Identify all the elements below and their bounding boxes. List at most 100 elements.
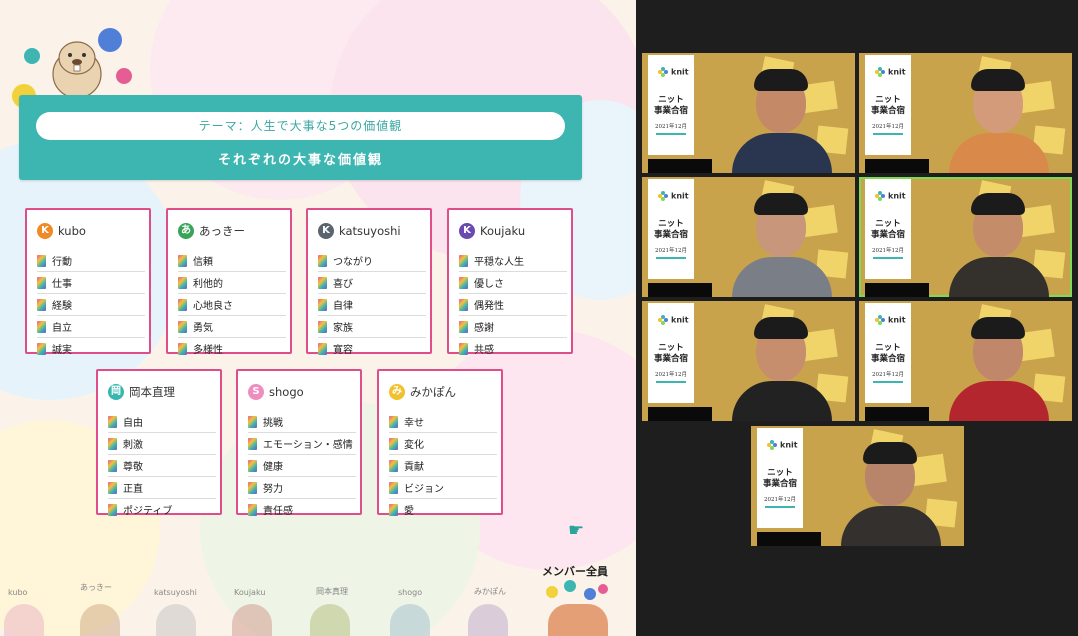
poster-date: 2021年12月 (655, 248, 687, 254)
value-text: 挑戦 (263, 418, 283, 429)
value-item: 行動 (37, 250, 145, 272)
value-text: 心地良さ (193, 301, 233, 312)
card-header: ああっきー (178, 222, 245, 240)
card-icon (108, 415, 117, 428)
value-item: 共感 (459, 338, 567, 359)
member-name: みかぽん (410, 385, 456, 399)
participant-video-tile[interactable]: knit ニット 事業合宿 2021年12月 (859, 301, 1072, 421)
member-name: katsuyoshi (339, 224, 401, 238)
value-item: 責任感 (248, 499, 356, 520)
brand-name: knit (780, 440, 798, 450)
value-item: つながり (318, 250, 426, 272)
value-text: 多様性 (193, 345, 223, 356)
group-bubble (564, 580, 576, 592)
brand-name: knit (671, 315, 689, 325)
group-bubble (598, 584, 608, 594)
poster-title-line1: ニット (875, 343, 901, 353)
poster-title-line1: ニット (767, 468, 793, 478)
value-item: 多様性 (178, 338, 286, 359)
knit-logo: knit (875, 191, 906, 201)
value-text: 自由 (123, 418, 143, 429)
value-item: 誠実 (37, 338, 145, 359)
poster-date: 2021年12月 (872, 372, 904, 378)
member-badge: あ (178, 223, 194, 239)
bottom-member-name: kubo (8, 588, 28, 597)
member-badge: K (318, 223, 334, 239)
poster-date: 2021年12月 (655, 124, 687, 130)
participant-person (712, 53, 852, 173)
member-figure (156, 604, 196, 636)
knit-logo: knit (875, 315, 906, 325)
value-item: 愛 (389, 499, 497, 520)
member-figure (468, 604, 508, 636)
card-icon (37, 254, 46, 267)
bottom-member-name: みかぽん (474, 587, 506, 596)
value-list: つながり 喜び 自律 家族 寛容 (318, 250, 426, 359)
value-item: 勇気 (178, 316, 286, 338)
poster-accent-bar (765, 506, 795, 508)
value-text: 優しさ (474, 279, 504, 290)
participant-video-tile[interactable]: knit ニット 事業合宿 2021年12月 (642, 301, 855, 421)
participant-video-tile[interactable]: knit ニット 事業合宿 2021年12月 (751, 426, 964, 546)
poster-accent-bar (656, 257, 686, 259)
pointing-hand-icon: ☛ (568, 520, 585, 541)
value-text: 共感 (474, 345, 494, 356)
value-item: 努力 (248, 477, 356, 499)
value-item: 貢献 (389, 455, 497, 477)
value-card-0: Kkubo 行動 仕事 経験 自立 誠実 (25, 208, 151, 356)
card-icon (37, 342, 46, 355)
card-icon (178, 342, 187, 355)
value-list: 幸せ変化貢献ビジョン愛 (389, 411, 497, 520)
poster-date: 2021年12月 (872, 248, 904, 254)
event-poster: knit ニット 事業合宿 2021年12月 (865, 179, 911, 279)
member-badge: K (37, 223, 53, 239)
value-list: 平穏な人生 優しさ 偶発性 感謝 共感 (459, 250, 567, 359)
card-icon (248, 481, 257, 494)
poster-title-line2: 事業合宿 (870, 230, 905, 240)
theme-title: それぞれの大事な価値観 (217, 153, 383, 168)
card-icon (248, 437, 257, 450)
participant-video-tile[interactable]: knit ニット 事業合宿 2021年12月 (859, 53, 1072, 173)
card-icon (459, 298, 468, 311)
value-text: ビジョン (404, 484, 444, 495)
bottom-member-name: shogo (398, 588, 423, 597)
poster-date: 2021年12月 (655, 372, 687, 378)
video-gallery: knit ニット 事業合宿 2021年12月 knit ニット 事業合宿 2021年12月 kn… (636, 0, 1078, 636)
brand-name: knit (671, 67, 689, 77)
participant-name-bar (865, 407, 929, 421)
value-item: 偶発性 (459, 294, 567, 316)
participant-name-bar (648, 407, 712, 421)
participant-person (929, 53, 1069, 173)
value-item: 経験 (37, 294, 145, 316)
poster-title-line1: ニット (658, 95, 684, 105)
value-item: 優しさ (459, 272, 567, 294)
value-item: 仕事 (37, 272, 145, 294)
value-item: 幸せ (389, 411, 497, 433)
value-item: 喜び (318, 272, 426, 294)
value-text: 尊敬 (123, 462, 143, 473)
value-text: 誠実 (52, 345, 72, 356)
poster-title-line2: 事業合宿 (762, 479, 797, 489)
participant-name-bar (757, 532, 821, 546)
participant-video-tile[interactable]: knit ニット 事業合宿 2021年12月 (642, 177, 855, 297)
card-icon (318, 320, 327, 333)
poster-title-line2: 事業合宿 (653, 106, 688, 116)
value-text: 偶発性 (474, 301, 504, 312)
card-icon (248, 503, 257, 516)
participant-video-tile[interactable]: knit ニット 事業合宿 2021年12月 (642, 53, 855, 173)
brand-name: knit (671, 191, 689, 201)
value-text: 自立 (52, 323, 72, 334)
participant-video-tile[interactable]: knit ニット 事業合宿 2021年12月 (859, 177, 1072, 297)
member-name: Koujaku (480, 224, 526, 238)
poster-title-line1: ニット (658, 343, 684, 353)
value-text: 変化 (404, 440, 424, 451)
participant-name-bar (648, 159, 712, 173)
value-text: 喜び (333, 279, 353, 290)
participant-name-bar (648, 283, 712, 297)
theme-label: テーマ：人生で大事な5つの価値観 (36, 112, 565, 140)
event-poster: knit ニット 事業合宿 2021年12月 (648, 55, 694, 155)
card-header: Sshogo (248, 383, 304, 401)
event-poster: knit ニット 事業合宿 2021年12月 (648, 179, 694, 279)
presentation-slide: テーマ：人生で大事な5つの価値観 それぞれの大事な価値観 Kkubo 行動 仕事 経験… (0, 0, 636, 636)
value-item: ビジョン (389, 477, 497, 499)
